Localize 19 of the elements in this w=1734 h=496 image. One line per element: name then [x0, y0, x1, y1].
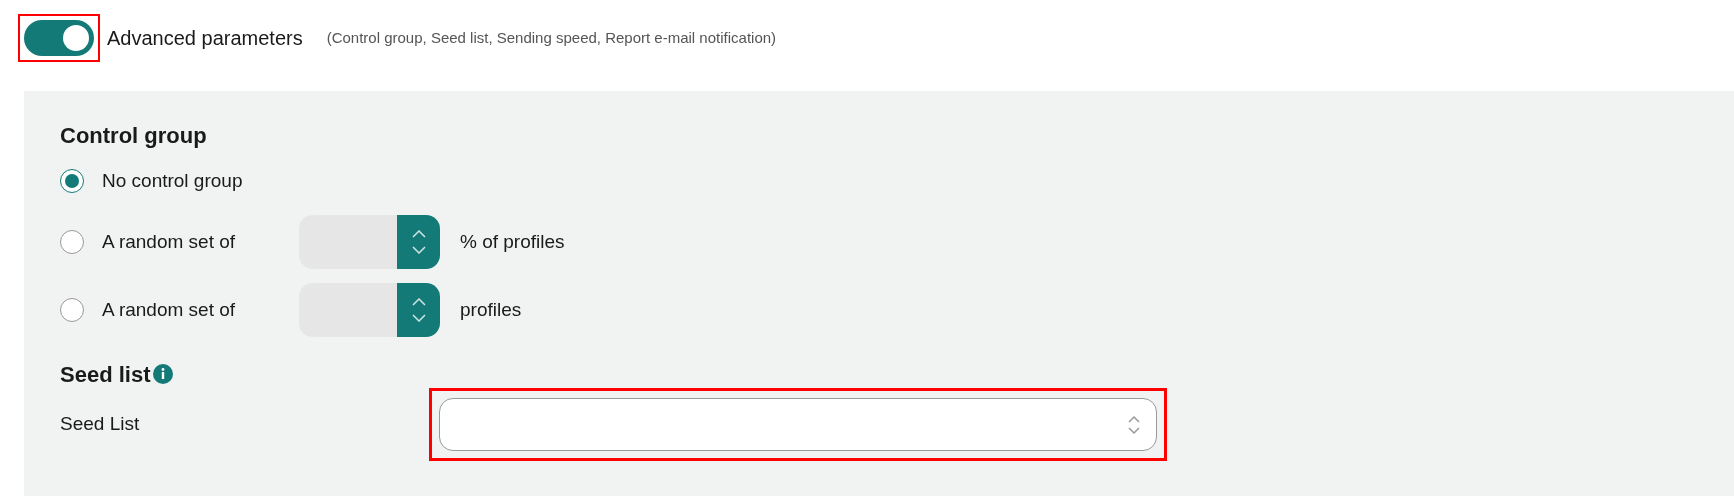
field-label: Seed List — [60, 412, 141, 437]
section-heading: Control group — [60, 122, 208, 150]
option-label: A random set of — [102, 297, 237, 322]
number-spinner[interactable] — [299, 283, 440, 337]
option-label: No control group — [102, 168, 244, 193]
radio-button[interactable] — [60, 169, 84, 193]
radio-button[interactable] — [60, 230, 84, 254]
toggle-label: Advanced parameters — [107, 26, 303, 51]
number-spinner[interactable] — [299, 215, 440, 269]
option-label: A random set of — [102, 229, 237, 254]
chevron-up-down-icon — [1128, 414, 1140, 435]
section-heading: Seed list — [60, 360, 151, 389]
option-suffix: % of profiles — [460, 229, 565, 254]
info-icon[interactable] — [153, 364, 174, 384]
toggle-switch[interactable] — [24, 20, 94, 56]
hint-text: (Control group, Seed list, Sending speed, Report e-mail notification) — [326, 27, 777, 48]
option-suffix: profiles — [460, 297, 522, 322]
seed-list-select[interactable] — [439, 398, 1157, 451]
radio-button[interactable] — [60, 298, 84, 322]
